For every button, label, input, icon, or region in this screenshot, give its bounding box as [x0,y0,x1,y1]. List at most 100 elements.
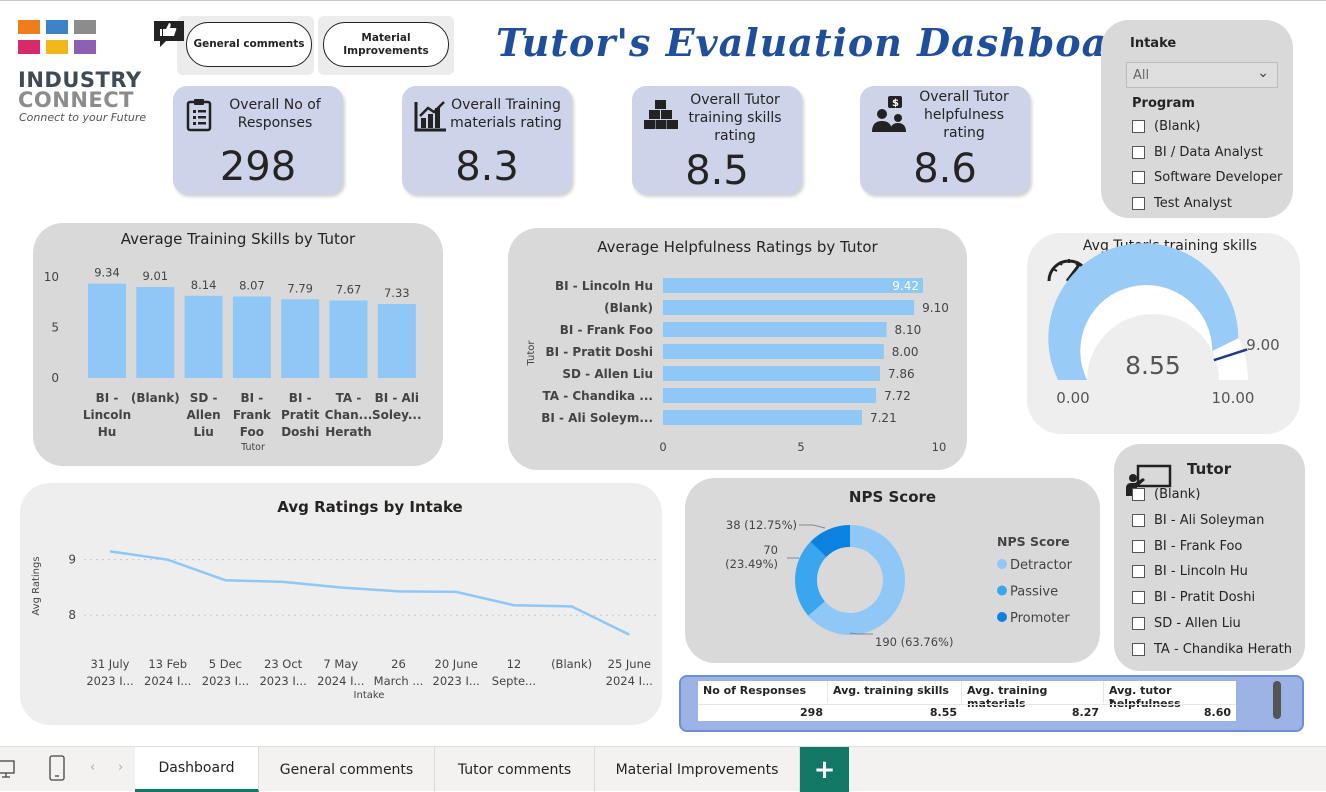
checkbox[interactable] [1132,565,1145,579]
program-filter-item[interactable]: Test Analyst [1132,196,1232,211]
tutor-filter-item[interactable]: (Blank) [1132,487,1200,502]
table-header[interactable]: Avg. tutor helpfulness [1104,681,1236,710]
x-tick-label: Lincoln [83,408,131,422]
x-tick-label: Herath [325,425,371,439]
leader-line [799,524,826,529]
x-tick-label: 2023 I... [86,674,133,688]
bar [232,296,271,378]
checkbox[interactable] [1132,539,1145,553]
y-tick-label: 5 [51,321,59,335]
y-tick-label: 10 [44,270,59,284]
program-filter-item[interactable]: Software Developer [1132,170,1282,185]
tutor-filter-item[interactable]: TA - Chandika Herath [1132,642,1292,657]
data-label: 9.42 [892,279,919,293]
kpi-value: 8.6 [913,146,977,192]
x-tick-label: 2023 I... [202,674,249,688]
table-cell: 298 [800,706,823,719]
tutor-filter-item-label: TA - Chandika Herath [1154,641,1292,657]
series-line [109,550,630,636]
checkbox[interactable] [1132,513,1145,527]
industry-connect-logo-icon [18,20,100,56]
next-page-icon[interactable]: › [118,760,123,775]
checkbox[interactable] [1132,196,1145,210]
gauge-chart: 8.55 0.00 10.00 9.00 [1048,243,1280,407]
x-axis-label: Tutor [240,442,265,453]
table-header[interactable]: No of Responses [698,681,828,703]
x-tick-label: 2024 I... [317,674,364,688]
mobile-view-icon[interactable] [49,755,65,781]
x-tick-label: 25 June [608,657,651,671]
intake-dropdown-value: All [1133,68,1150,83]
nps-donut-chart: 190 (63.76%) 70(23.49%) 38 (12.75%) NPS Sco… [725,518,1072,649]
checkbox[interactable] [1132,171,1145,184]
checkbox[interactable] [1132,591,1145,605]
tutor-filter-item[interactable]: BI - Lincoln Hu [1132,564,1248,579]
x-tick-label: 2024 I... [144,674,191,688]
helpfulness-chart: BI - Lincoln Hu 9.42 (Blank) 9.10 BI - Frank… [526,278,949,454]
tutor-filter-item-label: BI - Lincoln Hu [1154,564,1248,580]
y-tick-label: SD - Allen Liu [562,367,653,381]
tutor-filter-item[interactable]: BI - Ali Soleyman [1132,513,1264,528]
tab-dashboard[interactable]: Dashboard [135,747,259,792]
helping-people-icon: $ [872,96,906,132]
material-improvements-button[interactable]: Material Improvements [323,22,449,67]
x-tick-label: 10 [932,440,947,454]
page-title: Tutor's Evaluation Dashboard [496,20,1156,65]
tutor-filter-item[interactable]: SD - Allen Liu [1132,616,1241,631]
x-tick-label: 20 June [435,657,478,671]
table-header[interactable]: Avg. training materials [962,681,1104,710]
add-page-button[interactable]: + [800,747,849,792]
data-label: 8.07 [239,278,265,292]
chevron-down-icon: ⌄ [1257,65,1269,81]
logo-tagline: Connect to your Future [19,111,147,124]
y-tick-label: BI - Ali Soleym... [541,411,653,425]
tutor-filter-item-label: BI - Pratit Doshi [1154,590,1256,606]
table-cell: 8.60 [1203,706,1231,719]
table-divider [698,704,1236,705]
tutor-filter-item[interactable]: BI - Pratit Doshi [1132,590,1255,605]
tab-general-comments[interactable]: General comments [259,747,435,792]
kpi-value: 8.3 [455,144,519,190]
tutor-filter-item-label: BI - Frank Foo [1154,538,1243,554]
gauge-target-label: 9.00 [1246,336,1279,354]
top-border [0,0,1326,3]
x-tick-label: 13 Feb [148,657,187,671]
table-scrollbar[interactable] [1273,681,1281,719]
bar [136,286,175,378]
checkbox[interactable] [1132,488,1145,501]
tab-material-improvements[interactable]: Material Improvements [595,747,800,792]
checkbox[interactable] [1132,617,1145,630]
x-tick-label: 26 [391,657,406,671]
table-header[interactable]: Avg. training skills [828,681,962,703]
bar [663,388,877,403]
gauge-min-label: 0.00 [1056,389,1089,407]
x-tick-label: Allen [186,408,220,422]
kpi-label: Overall Tutor training skills rating [688,92,782,144]
checkbox[interactable] [1132,642,1145,656]
bar [663,410,862,425]
tutor-filter-item[interactable]: BI - Frank Foo [1132,539,1242,554]
x-axis-label: Intake [354,690,385,701]
program-filter-item-label: Software Developer [1154,170,1283,185]
desktop-view-icon[interactable] [0,757,16,779]
data-label: 9.34 [94,266,120,280]
checkbox[interactable] [1132,120,1145,133]
clipboard-icon [185,98,215,132]
data-label: 70 [763,543,778,557]
prev-page-icon[interactable]: ‹ [90,760,95,775]
program-filter-item-label: (Blank) [1154,119,1201,134]
data-label: 7.72 [884,389,911,403]
intake-dropdown[interactable]: All ⌄ [1126,62,1278,88]
checkbox[interactable] [1132,145,1145,159]
kpi-label: Overall No of Responses [229,97,321,131]
program-filter-item[interactable]: BI / Data Analyst [1132,145,1263,160]
x-tick-label: 5 [797,440,804,454]
y-tick-label: (Blank) [604,301,653,315]
x-tick-label: 7 May [323,657,358,671]
bar [663,322,887,337]
program-filter-item[interactable]: (Blank) [1132,119,1200,134]
general-comments-button[interactable]: General comments [186,22,312,67]
legend-marker [997,585,1007,596]
tab-tutor-comments[interactable]: Tutor comments [435,747,595,792]
legend-label: Promoter [1010,611,1070,626]
